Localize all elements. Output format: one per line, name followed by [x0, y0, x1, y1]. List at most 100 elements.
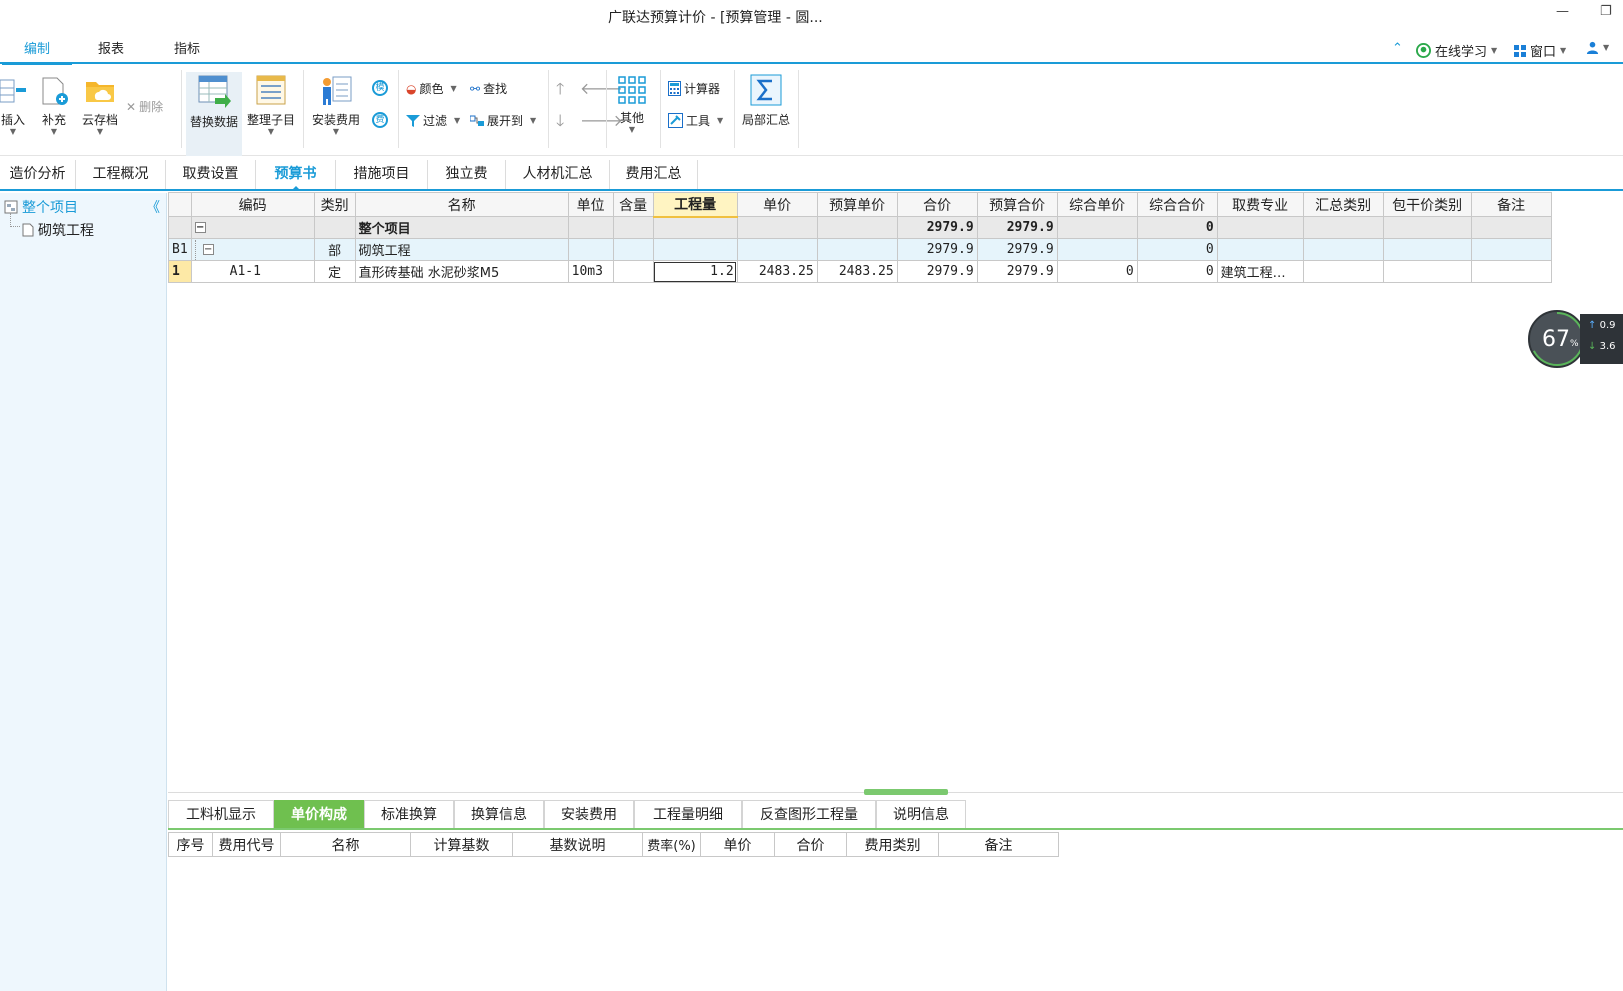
- caret-down-icon: ▼: [1560, 46, 1567, 55]
- user-menu[interactable]: ▼: [1586, 41, 1609, 54]
- install-fee-button[interactable]: 安装费用 ▼: [308, 74, 364, 136]
- sigma-icon: [750, 74, 782, 106]
- project-tree-panel: 整个项目 《 砌筑工程: [0, 193, 167, 991]
- col-code[interactable]: 编码: [190, 192, 315, 217]
- col-quantity[interactable]: 工程量: [652, 192, 738, 218]
- other-button[interactable]: 其他 ▼: [612, 76, 652, 134]
- download-speed: 3.6: [1599, 341, 1616, 352]
- tab-labor-material-display[interactable]: 工料机显示: [168, 800, 274, 828]
- col-bottom-total[interactable]: 合价: [774, 832, 847, 857]
- menu-tab-index[interactable]: 指标: [174, 38, 200, 57]
- col-summary-type[interactable]: 汇总类别: [1302, 192, 1384, 217]
- col-unit-price[interactable]: 单价: [736, 192, 818, 217]
- download-arrow-icon: ↓: [1588, 341, 1597, 352]
- tab-quantity-detail[interactable]: 工程量明细: [634, 800, 742, 828]
- table-row[interactable]: B1 − 部 砌筑工程 2979.9 2979.9 0: [168, 238, 1552, 261]
- move-up-button[interactable]: 🡑: [556, 78, 564, 105]
- col-base-desc[interactable]: 基数说明: [512, 832, 643, 857]
- tab-budget-book[interactable]: 预算书: [256, 160, 336, 191]
- col-content[interactable]: 含量: [612, 192, 654, 217]
- filter-button[interactable]: 过滤 ▼: [406, 112, 460, 129]
- col-fee-category[interactable]: 费用类别: [846, 832, 939, 857]
- col-name[interactable]: 名称: [354, 192, 569, 217]
- col-fee-name[interactable]: 名称: [280, 832, 411, 857]
- bottom-grid-header-row: 序号 费用代号 名称 计算基数 基数说明 费率(%) 单价 合价 费用类别 备注: [168, 832, 1059, 857]
- col-budget-total[interactable]: 预算合价: [976, 192, 1058, 217]
- splitter-grip-handle[interactable]: [864, 789, 948, 795]
- tab-fee-settings[interactable]: 取费设置: [166, 160, 256, 189]
- tab-project-overview[interactable]: 工程概况: [76, 160, 166, 189]
- quantity-cell-active[interactable]: 1.2: [652, 260, 738, 283]
- col-type[interactable]: 类别: [313, 192, 356, 217]
- fee-button[interactable]: 费: [372, 112, 388, 128]
- restore-button[interactable]: ❐: [1600, 4, 1612, 19]
- online-learning-menu[interactable]: 在线学习 ▼: [1416, 41, 1497, 60]
- budget-grid: 编码 类别 名称 单位 含量 工程量 单价 预算单价 合价 预算合价 综合单价 …: [168, 192, 1552, 283]
- col-comp-total[interactable]: 综合合价: [1136, 192, 1218, 217]
- tab-description[interactable]: 说明信息: [876, 800, 966, 828]
- caret-down-icon: ▼: [530, 116, 537, 125]
- col-package-price-type[interactable]: 包干价类别: [1382, 192, 1472, 217]
- tab-labor-material-summary[interactable]: 人材机汇总: [506, 160, 610, 189]
- col-fee-specialty[interactable]: 取费专业: [1216, 192, 1304, 217]
- col-seq[interactable]: 序号: [168, 832, 213, 857]
- window-menu[interactable]: 窗口 ▼: [1514, 41, 1566, 60]
- collapse-panel-button[interactable]: 《: [146, 197, 160, 217]
- tab-install-fee[interactable]: 安装费用: [544, 800, 634, 828]
- collapse-node-icon[interactable]: −: [194, 222, 206, 233]
- table-row[interactable]: − 整个项目 2979.9 2979.9 0: [168, 216, 1552, 239]
- fee-circle-icon: 费: [372, 112, 388, 128]
- title-bar: 广联达预算计价 - [预算管理 - 圆... — ❐: [0, 0, 1623, 32]
- minimize-button[interactable]: —: [1556, 4, 1569, 19]
- binoculars-icon: ⚯: [470, 81, 481, 96]
- expand-to-button[interactable]: 展开到 ▼: [470, 112, 536, 129]
- tab-standard-conversion[interactable]: 标准换算: [364, 800, 454, 828]
- replace-data-button[interactable]: 替换数据: [186, 72, 242, 156]
- move-down-button[interactable]: 🡓: [556, 110, 564, 137]
- caret-down-icon: ▼: [454, 116, 461, 125]
- collapse-node-icon[interactable]: −: [202, 244, 214, 255]
- tools-button[interactable]: 工具 ▼: [668, 112, 723, 129]
- performance-gauge[interactable]: 67%: [1528, 310, 1586, 368]
- collapse-ribbon-button[interactable]: ⌃: [1392, 41, 1403, 56]
- delete-button[interactable]: ✕ 删除: [126, 98, 163, 115]
- calculator-button[interactable]: 计算器: [668, 80, 720, 97]
- col-budget-unit-price[interactable]: 预算单价: [816, 192, 898, 217]
- col-comp-unit-price[interactable]: 综合单价: [1056, 192, 1138, 217]
- col-calc-base[interactable]: 计算基数: [410, 832, 513, 857]
- online-learning-icon: [1416, 43, 1431, 58]
- tab-unit-price-composition[interactable]: 单价构成: [274, 800, 364, 828]
- expand-tree-icon: [470, 115, 484, 126]
- tab-reverse-check-quantity[interactable]: 反查图形工程量: [742, 800, 876, 828]
- col-bottom-remark[interactable]: 备注: [938, 832, 1059, 857]
- table-row[interactable]: 1 A1-1 定 直形砖基础 水泥砂浆M5 10m3 1.2 2483.25 2…: [168, 260, 1552, 283]
- cpu-percent: 67: [1542, 327, 1570, 352]
- chevron-up-icon: ⌃: [1392, 41, 1403, 56]
- menu-tab-report[interactable]: 报表: [98, 38, 124, 57]
- upload-arrow-icon: ↑: [1588, 320, 1597, 331]
- caret-down-icon: ▼: [450, 84, 457, 93]
- tab-conversion-info[interactable]: 换算信息: [454, 800, 544, 828]
- upload-speed: 0.9: [1599, 320, 1616, 331]
- tree-node-masonry[interactable]: 砌筑工程: [22, 220, 94, 240]
- color-button[interactable]: ◒ 颜色 ▼: [406, 80, 457, 97]
- tab-fee-summary[interactable]: 费用汇总: [610, 160, 698, 189]
- col-rate[interactable]: 费率(%): [642, 832, 701, 857]
- col-fee-code[interactable]: 费用代号: [212, 832, 281, 857]
- tab-measures[interactable]: 措施项目: [336, 160, 428, 189]
- col-unit[interactable]: 单位: [567, 192, 614, 217]
- col-bottom-unit-price[interactable]: 单价: [700, 832, 775, 857]
- col-total[interactable]: 合价: [896, 192, 978, 217]
- find-button[interactable]: ⚯ 查找: [470, 80, 507, 97]
- delete-x-icon: ✕: [126, 99, 137, 114]
- template-button[interactable]: 模: [372, 80, 388, 96]
- col-remark[interactable]: 备注: [1470, 192, 1552, 217]
- partial-sum-button[interactable]: 局部汇总: [738, 74, 794, 128]
- insert-button[interactable]: 插入 ▼: [0, 76, 26, 136]
- supplement-button[interactable]: 补充 ▼: [38, 76, 70, 136]
- menu-tab-edit[interactable]: 编制: [1, 38, 73, 65]
- tab-independent-fee[interactable]: 独立费: [428, 160, 506, 189]
- cloud-archive-button[interactable]: 云存档 ▼: [80, 74, 120, 136]
- tab-cost-analysis[interactable]: 造价分析: [0, 160, 76, 189]
- organize-items-button[interactable]: 整理子目 ▼: [244, 74, 298, 136]
